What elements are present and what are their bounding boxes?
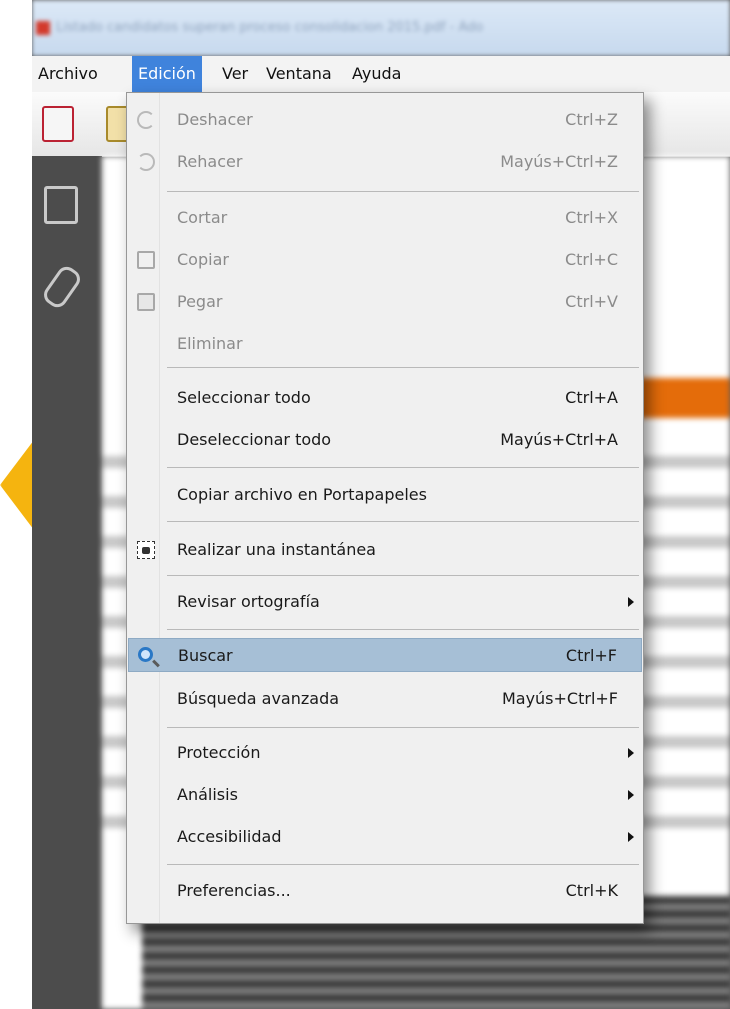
menu-separator bbox=[167, 629, 639, 630]
submenu-arrow-icon bbox=[628, 832, 634, 842]
menu-item-find[interactable]: Buscar Ctrl+F bbox=[128, 638, 642, 672]
submenu-arrow-icon bbox=[628, 748, 634, 758]
menu-ventana[interactable]: Ventana bbox=[260, 56, 338, 92]
copy-icon bbox=[137, 251, 155, 269]
menu-item-shortcut: Ctrl+X bbox=[565, 208, 618, 227]
menu-item-shortcut: Mayús+Ctrl+F bbox=[501, 689, 618, 708]
menu-item-shortcut: Ctrl+V bbox=[565, 292, 618, 311]
menu-item-undo[interactable]: Deshacer Ctrl+Z bbox=[128, 103, 642, 137]
menu-item-shortcut: Ctrl+F bbox=[565, 646, 617, 665]
paste-icon bbox=[137, 293, 155, 311]
menu-separator bbox=[167, 864, 639, 865]
create-pdf-icon[interactable] bbox=[42, 106, 74, 142]
menu-item-delete[interactable]: Eliminar bbox=[128, 327, 642, 361]
menu-item-label: Protección bbox=[177, 743, 261, 762]
menu-item-copy-file[interactable]: Copiar archivo en Portapapeles bbox=[128, 478, 642, 512]
menu-item-paste[interactable]: Pegar Ctrl+V bbox=[128, 285, 642, 319]
menu-item-advanced-search[interactable]: Búsqueda avanzada Mayús+Ctrl+F bbox=[128, 682, 642, 716]
submenu-arrow-icon bbox=[628, 597, 634, 607]
menu-item-label: Preferencias... bbox=[177, 881, 291, 900]
menu-item-label: Deshacer bbox=[177, 110, 253, 129]
menu-separator bbox=[167, 467, 639, 468]
menu-item-redo[interactable]: Rehacer Mayús+Ctrl+Z bbox=[128, 145, 642, 179]
menu-item-label: Buscar bbox=[178, 646, 233, 665]
camera-icon bbox=[137, 541, 155, 559]
menu-item-label: Pegar bbox=[177, 292, 223, 311]
menu-item-label: Revisar ortografía bbox=[177, 592, 320, 611]
redo-icon bbox=[137, 153, 155, 171]
menu-archivo[interactable]: Archivo bbox=[32, 56, 104, 92]
submenu-arrow-icon bbox=[628, 790, 634, 800]
menu-item-label: Cortar bbox=[177, 208, 228, 227]
menu-item-select-all[interactable]: Seleccionar todo Ctrl+A bbox=[128, 381, 642, 415]
menu-edicion[interactable]: Edición bbox=[132, 56, 202, 92]
menu-item-label: Copiar archivo en Portapapeles bbox=[177, 485, 427, 504]
menu-separator bbox=[167, 521, 639, 522]
window-title: Listado candidatos superan proceso conso… bbox=[56, 20, 484, 35]
menu-ver[interactable]: Ver bbox=[216, 56, 254, 92]
menu-separator bbox=[167, 191, 639, 192]
edit-menu-dropdown: Deshacer Ctrl+Z Rehacer Mayús+Ctrl+Z Cor… bbox=[126, 92, 644, 924]
menu-item-preferences[interactable]: Preferencias... Ctrl+K bbox=[128, 874, 642, 908]
menu-item-label: Copiar bbox=[177, 250, 229, 269]
menu-item-label: Análisis bbox=[177, 785, 238, 804]
undo-icon bbox=[137, 111, 155, 129]
menu-item-label: Seleccionar todo bbox=[177, 388, 311, 407]
menu-separator bbox=[167, 575, 639, 576]
menu-item-shortcut: Ctrl+Z bbox=[565, 110, 618, 129]
menu-item-accessibility[interactable]: Accesibilidad bbox=[128, 820, 642, 854]
menu-item-label: Realizar una instantánea bbox=[177, 540, 376, 559]
menu-item-label: Accesibilidad bbox=[177, 827, 282, 846]
menu-item-label: Eliminar bbox=[177, 334, 243, 353]
pages-icon[interactable] bbox=[44, 186, 78, 224]
attachment-icon[interactable] bbox=[40, 262, 84, 312]
menu-item-cut[interactable]: Cortar Ctrl+X bbox=[128, 201, 642, 235]
acrobat-icon bbox=[36, 20, 50, 35]
decorative-arrow bbox=[0, 440, 34, 530]
menu-bar: Archivo Edición Ver Ventana Ayuda bbox=[32, 56, 730, 92]
menu-separator bbox=[167, 367, 639, 368]
menu-item-deselect-all[interactable]: Deseleccionar todo Mayús+Ctrl+A bbox=[128, 423, 642, 457]
menu-item-label: Búsqueda avanzada bbox=[177, 689, 340, 708]
menu-item-shortcut: Ctrl+K bbox=[565, 881, 618, 900]
magnifier-icon bbox=[138, 647, 153, 662]
menu-item-shortcut: Ctrl+C bbox=[564, 250, 618, 269]
menu-item-shortcut: Mayús+Ctrl+A bbox=[500, 430, 618, 449]
menu-item-shortcut: Mayús+Ctrl+Z bbox=[500, 152, 618, 171]
menu-item-analysis[interactable]: Análisis bbox=[128, 778, 642, 812]
menu-item-label: Deseleccionar todo bbox=[177, 430, 332, 449]
menu-separator bbox=[167, 727, 639, 728]
menu-item-snapshot[interactable]: Realizar una instantánea bbox=[128, 533, 642, 567]
menu-item-copy[interactable]: Copiar Ctrl+C bbox=[128, 243, 642, 277]
navigation-panel bbox=[32, 156, 102, 1009]
menu-item-spelling[interactable]: Revisar ortografía bbox=[128, 585, 642, 619]
menu-item-label: Rehacer bbox=[177, 152, 243, 171]
menu-item-protection[interactable]: Protección bbox=[128, 736, 642, 770]
title-bar: Listado candidatos superan proceso conso… bbox=[32, 0, 730, 56]
menu-ayuda[interactable]: Ayuda bbox=[346, 56, 407, 92]
menu-item-shortcut: Ctrl+A bbox=[565, 388, 618, 407]
